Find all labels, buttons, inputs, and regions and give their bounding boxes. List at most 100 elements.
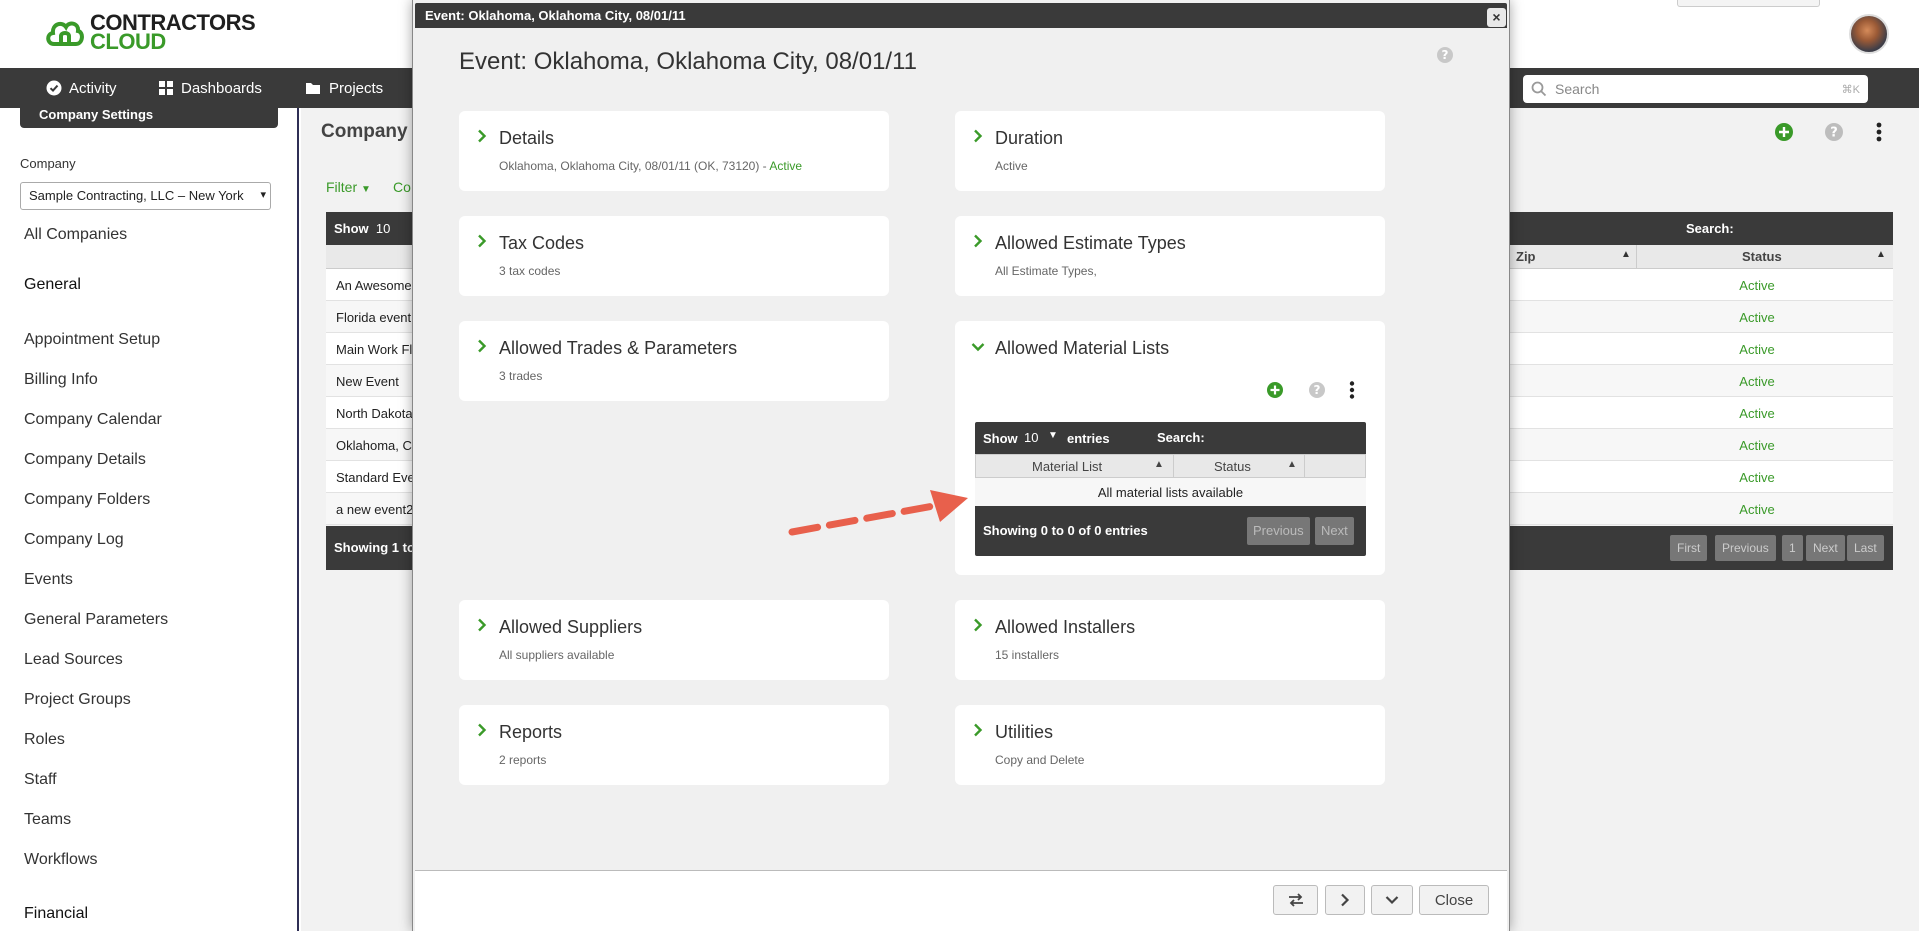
card-allowed-installers[interactable]: Allowed Installers 15 installers	[955, 600, 1385, 680]
nav-dashboards[interactable]: Dashboards	[158, 68, 262, 108]
nav-activity[interactable]: Activity	[46, 68, 117, 108]
row-name: New Event	[336, 374, 399, 389]
expand-button[interactable]	[1371, 885, 1413, 915]
row-status: Active	[1739, 438, 1775, 453]
chevron-right-icon	[478, 723, 487, 737]
row-status: Active	[1739, 342, 1775, 357]
chevron-down-icon[interactable]	[971, 342, 985, 352]
page-size-select[interactable]: 10	[1024, 430, 1038, 445]
next-record-button[interactable]	[1325, 885, 1365, 915]
sidebar-item-events[interactable]: Events	[24, 571, 73, 589]
chevron-down-icon[interactable]: ▼	[1048, 430, 1058, 441]
card-title[interactable]: Allowed Material Lists	[995, 338, 1169, 359]
close-button[interactable]: Close	[1419, 885, 1489, 915]
close-icon[interactable]: ×	[1487, 8, 1506, 27]
svg-text:?: ?	[1830, 126, 1838, 141]
swap-button[interactable]	[1273, 885, 1318, 915]
global-search-input[interactable]: Search ⌘K	[1523, 75, 1868, 103]
help-icon[interactable]: ?	[1308, 381, 1326, 403]
sidebar-item-teams[interactable]: Teams	[24, 811, 71, 829]
tooltip-chip	[1677, 0, 1820, 7]
card-title: Allowed Suppliers	[499, 617, 643, 637]
card-duration[interactable]: Duration Active	[955, 111, 1385, 191]
sidebar-item-roles[interactable]: Roles	[24, 731, 65, 749]
card-allowed-trades[interactable]: Allowed Trades & Parameters 3 trades	[459, 321, 889, 401]
help-icon[interactable]: ?	[1436, 46, 1454, 68]
filter-dropdown[interactable]: Filter ▼	[326, 179, 371, 195]
column-divider	[1304, 455, 1305, 477]
chevron-right-icon	[974, 234, 983, 248]
sidebar-item-workflows[interactable]: Workflows	[24, 851, 98, 869]
entries-label: entries	[1067, 431, 1110, 446]
cloud-logo-icon	[46, 21, 84, 46]
showing-text: Showing 0 to 0 of 0 entries	[983, 523, 1148, 538]
pager-page-button[interactable]: 1	[1782, 535, 1803, 561]
add-icon[interactable]	[1774, 122, 1794, 146]
column-zip[interactable]: Zip	[1516, 249, 1536, 264]
chevron-down-icon	[1385, 896, 1399, 905]
sidebar-item-staff[interactable]: Staff	[24, 771, 57, 789]
sidebar-item-billing-info[interactable]: Billing Info	[24, 371, 98, 389]
card-allowed-estimate-types[interactable]: Allowed Estimate Types All Estimate Type…	[955, 216, 1385, 296]
sidebar-item-company-calendar[interactable]: Company Calendar	[24, 411, 162, 429]
card-tax-codes[interactable]: Tax Codes 3 tax codes	[459, 216, 889, 296]
co-link[interactable]: Co	[393, 179, 411, 195]
sidebar-item-company-folders[interactable]: Company Folders	[24, 491, 150, 509]
pager-last-button[interactable]: Last	[1847, 535, 1884, 561]
card-title: Allowed Trades & Parameters	[499, 338, 738, 358]
pager-next-button[interactable]: Next	[1806, 535, 1845, 561]
sidebar-heading-financial: Financial	[24, 905, 89, 922]
sidebar-item-company-log[interactable]: Company Log	[24, 531, 124, 549]
next-button[interactable]: Next	[1315, 517, 1354, 545]
sidebar-item-appointment-setup[interactable]: Appointment Setup	[24, 331, 160, 349]
column-divider	[1173, 455, 1174, 477]
column-status[interactable]: Status	[1214, 459, 1251, 474]
sidebar-item-company-details[interactable]: Company Details	[24, 451, 146, 469]
card-utilities[interactable]: Utilities Copy and Delete	[955, 705, 1385, 785]
kebab-menu-icon[interactable]	[1349, 381, 1355, 403]
sort-icon[interactable]: ▲	[1876, 249, 1886, 260]
avatar[interactable]	[1849, 14, 1889, 54]
kebab-menu-icon[interactable]	[1876, 122, 1882, 146]
column-status[interactable]: Status	[1742, 249, 1782, 264]
help-icon[interactable]: ?	[1824, 122, 1844, 146]
card-title: Allowed Installers	[995, 617, 1136, 637]
previous-button[interactable]: Previous	[1247, 517, 1310, 545]
sidebar-item-all-companies[interactable]: All Companies	[24, 226, 127, 244]
row-status: Active	[1739, 278, 1775, 293]
row-status: Active	[1739, 470, 1775, 485]
material-search-label: Search:	[1157, 430, 1205, 445]
chevron-right-icon	[478, 618, 487, 632]
show-label: Show	[983, 431, 1018, 446]
card-subtitle: 15 installers	[995, 648, 1060, 662]
pager-previous-button[interactable]: Previous	[1715, 535, 1776, 561]
company-select[interactable]: Sample Contracting, LLC – New York ▾	[20, 182, 271, 210]
card-details[interactable]: Details Oklahoma, Oklahoma City, 08/01/1…	[459, 111, 889, 191]
grid-icon	[158, 80, 174, 96]
sort-icon[interactable]: ▲	[1287, 459, 1297, 470]
sidebar-item-lead-sources[interactable]: Lead Sources	[24, 651, 123, 669]
app-logo[interactable]: CONTRACTORS CLOUD	[44, 12, 256, 53]
chevron-right-icon	[478, 234, 487, 248]
sidebar-item-project-groups[interactable]: Project Groups	[24, 691, 131, 709]
card-subtitle: Active	[995, 159, 1028, 173]
card-title: Reports	[499, 722, 563, 742]
sidebar-item-general-parameters[interactable]: General Parameters	[24, 611, 168, 629]
nav-projects[interactable]: Projects	[305, 68, 383, 108]
card-title: Details	[499, 128, 555, 148]
card-allowed-suppliers[interactable]: Allowed Suppliers All suppliers availabl…	[459, 600, 889, 680]
add-icon[interactable]	[1266, 381, 1284, 403]
table-search-label: Search:	[1686, 221, 1734, 236]
card-reports[interactable]: Reports 2 reports	[459, 705, 889, 785]
chevron-right-icon	[974, 618, 983, 632]
pager-first-button[interactable]: First	[1670, 535, 1708, 561]
search-icon	[1531, 81, 1547, 97]
company-settings-tab[interactable]: Company Settings	[20, 108, 278, 128]
sort-icon[interactable]: ▲	[1154, 459, 1164, 470]
showing-text: Showing 1 to	[334, 540, 415, 555]
column-material-list[interactable]: Material List	[1032, 459, 1102, 474]
card-subtitle: All suppliers available	[499, 648, 615, 662]
swap-icon	[1288, 893, 1303, 907]
nav-label: Projects	[329, 79, 384, 97]
sort-icon[interactable]: ▲	[1621, 249, 1631, 260]
